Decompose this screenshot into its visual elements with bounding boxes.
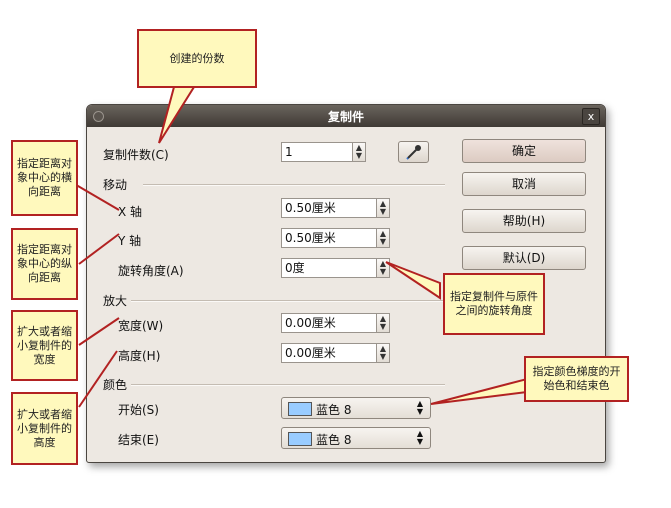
rotation-label: 旋转角度(A) — [118, 264, 184, 278]
end-color-select[interactable]: 蓝色 8 ▲ ▼ — [281, 427, 431, 449]
start-color-swatch — [288, 402, 312, 416]
end-color-dropdown-icon[interactable]: ▲ ▼ — [414, 430, 426, 446]
x-axis-field[interactable]: 0.50厘米 — [281, 198, 377, 218]
eyedropper-icon — [406, 145, 421, 160]
height-label: 高度(H) — [118, 349, 161, 363]
rotation-spinner[interactable]: 0度 ▲ ▼ — [281, 258, 391, 278]
eyedropper-button[interactable] — [398, 141, 429, 163]
x-axis-annotation: 指定距离对象中心的横向距离 — [11, 140, 78, 216]
y-axis-label: Y 轴 — [118, 234, 142, 248]
rotation-stepper-icon[interactable]: ▲ ▼ — [376, 258, 390, 278]
section-color-divider — [131, 384, 445, 386]
default-button[interactable]: 默认(D) — [462, 246, 586, 270]
section-move-heading: 移动 — [103, 178, 128, 192]
cancel-button[interactable]: 取消 — [462, 172, 586, 196]
end-color-label: 结束(E) — [118, 433, 159, 447]
section-enlarge-heading: 放大 — [103, 294, 128, 308]
width-label: 宽度(W) — [118, 319, 164, 333]
width-field[interactable]: 0.00厘米 — [281, 313, 377, 333]
x-axis-spinner[interactable]: 0.50厘米 ▲ ▼ — [281, 198, 391, 218]
end-color-swatch — [288, 432, 312, 446]
height-field[interactable]: 0.00厘米 — [281, 343, 377, 363]
y-axis-field[interactable]: 0.50厘米 — [281, 228, 377, 248]
start-color-dropdown-icon[interactable]: ▲ ▼ — [414, 400, 426, 416]
width-spinner[interactable]: 0.00厘米 ▲ ▼ — [281, 313, 391, 333]
y-axis-stepper-icon[interactable]: ▲ ▼ — [376, 228, 390, 248]
help-button[interactable]: 帮助(H) — [462, 209, 586, 233]
width-stepper-icon[interactable]: ▲ ▼ — [376, 313, 390, 333]
start-color-select[interactable]: 蓝色 8 ▲ ▼ — [281, 397, 431, 419]
copies-spinner[interactable]: 1 ▲ ▼ — [281, 142, 367, 162]
dialog-title: 复制件 — [327, 110, 364, 124]
height-spinner[interactable]: 0.00厘米 ▲ ▼ — [281, 343, 391, 363]
end-color-value: 蓝色 8 — [316, 433, 352, 447]
ok-button[interactable]: 确定 — [462, 139, 586, 163]
color-annotation: 指定颜色梯度的开始色和结束色 — [524, 356, 629, 402]
section-color-heading: 颜色 — [103, 378, 128, 392]
y-axis-spinner[interactable]: 0.50厘米 ▲ ▼ — [281, 228, 391, 248]
copies-stepper-icon[interactable]: ▲ ▼ — [352, 142, 366, 162]
width-annotation: 扩大或者缩小复制件的宽度 — [11, 310, 78, 381]
section-move-divider — [143, 184, 445, 186]
section-enlarge-divider — [131, 300, 445, 302]
start-color-value: 蓝色 8 — [316, 403, 352, 417]
copies-annotation: 创建的份数 — [137, 29, 257, 88]
close-icon[interactable]: x — [582, 108, 600, 125]
copies-field[interactable]: 1 — [281, 142, 353, 162]
height-annotation: 扩大或者缩小复制件的高度 — [11, 392, 78, 465]
rotation-field[interactable]: 0度 — [281, 258, 377, 278]
copies-label: 复制件数(C) — [103, 148, 169, 162]
title-bar: 复制件 x — [87, 105, 605, 127]
y-axis-annotation: 指定距离对象中心的纵向距离 — [11, 228, 78, 300]
x-axis-stepper-icon[interactable]: ▲ ▼ — [376, 198, 390, 218]
start-color-label: 开始(S) — [118, 403, 159, 417]
height-stepper-icon[interactable]: ▲ ▼ — [376, 343, 390, 363]
x-axis-label: X 轴 — [118, 205, 143, 219]
rotation-annotation: 指定复制件与原件之间的旋转角度 — [443, 273, 545, 335]
